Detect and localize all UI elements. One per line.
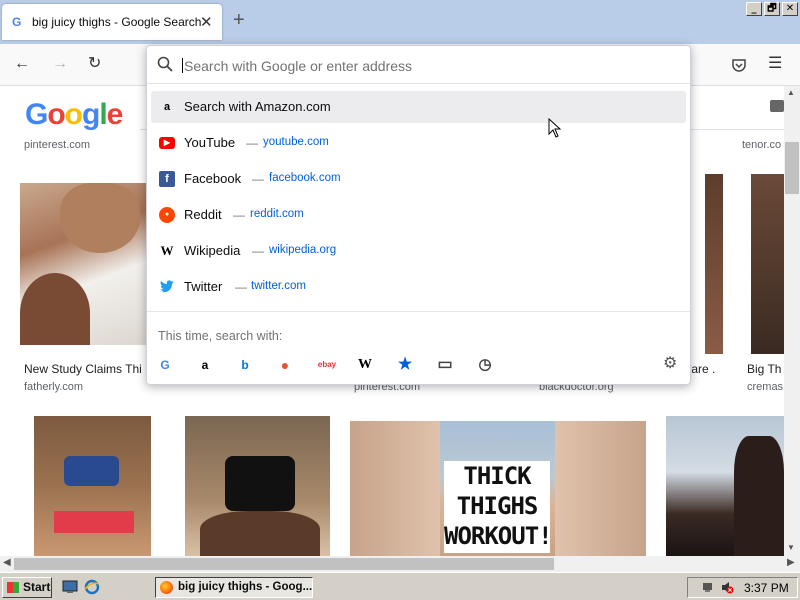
camera-search-icon[interactable] — [770, 100, 784, 112]
image-result-thumbnail[interactable] — [185, 416, 330, 556]
network-icon[interactable] — [702, 581, 715, 594]
suggestion-url: wikipedia.org — [269, 244, 337, 256]
suggestion-row-facebook[interactable]: f Facebook — facebook.com — [151, 163, 686, 195]
task-title: big juicy thighs - Goog... — [178, 581, 313, 593]
urlbar-dropdown: a Search with Amazon.com ▶ YouTube — you… — [146, 45, 691, 385]
tab-strip: G big juicy thighs - Google Search ✕ + _… — [0, 0, 800, 44]
image-source[interactable]: pinterest.com — [24, 139, 90, 151]
reload-icon[interactable]: ↻ — [88, 56, 101, 72]
new-tab-button[interactable]: + — [233, 10, 245, 30]
suggestion-url: reddit.com — [250, 208, 304, 220]
suggestion-row-reddit[interactable]: ● Reddit — reddit.com — [151, 199, 686, 231]
search-settings-gear-icon[interactable]: ⚙ — [663, 355, 677, 373]
image-result-thumbnail[interactable] — [705, 174, 723, 354]
bookmarks-icon[interactable]: ★ — [396, 356, 414, 374]
back-arrow-icon[interactable]: ← — [14, 56, 30, 72]
youtube-icon: ▶ — [159, 137, 175, 149]
volume-muted-icon[interactable] — [721, 581, 734, 594]
taskbar-firefox-window-button[interactable]: big juicy thighs - Goog... — [155, 577, 313, 598]
hamburger-menu-icon[interactable]: ☰ — [768, 56, 782, 72]
suggestion-separator: — — [235, 280, 247, 294]
suggestion-separator: — — [233, 208, 245, 222]
image-result-thumbnail[interactable] — [751, 174, 784, 354]
divider — [147, 311, 690, 312]
suggestion-separator: — — [246, 136, 258, 150]
suggestion-title: Search with Amazon.com — [184, 99, 331, 114]
close-window-button[interactable]: ✕ — [782, 2, 798, 16]
amazon-icon: a — [163, 101, 171, 113]
mouse-cursor-icon — [548, 118, 562, 138]
text-caret — [182, 58, 183, 73]
suggestion-url: facebook.com — [269, 172, 341, 184]
suggestion-title: Reddit — [184, 207, 222, 222]
image-source[interactable]: cremas — [747, 381, 783, 393]
image-source[interactable]: fatherly.com — [24, 381, 83, 393]
screen: G big juicy thighs - Google Search ✕ + _… — [0, 0, 800, 600]
tab-title: big juicy thighs - Google Search — [32, 15, 202, 29]
bing-engine-icon[interactable]: b — [236, 356, 254, 374]
scroll-down-arrow-icon[interactable]: ▼ — [787, 543, 795, 552]
image-source[interactable]: tenor.co — [742, 139, 781, 151]
forward-arrow-icon[interactable]: → — [52, 56, 68, 72]
scroll-right-arrow-icon[interactable]: ▶ — [787, 557, 795, 568]
pocket-icon[interactable] — [731, 57, 747, 73]
scroll-up-arrow-icon[interactable]: ▲ — [787, 88, 795, 97]
window-controls: _ 🗗 ✕ — [746, 2, 798, 16]
image-caption[interactable]: New Study Claims Thi — [24, 362, 142, 376]
search-icon — [157, 56, 173, 72]
twitter-icon — [160, 280, 174, 293]
firefox-icon — [160, 581, 173, 594]
address-input[interactable] — [184, 55, 664, 77]
vertical-scroll-thumb[interactable] — [785, 142, 799, 194]
suggestion-row-twitter[interactable]: Twitter — twitter.com — [151, 271, 686, 303]
suggestion-url: twitter.com — [251, 280, 306, 292]
taskbar-clock: 3:37 PM — [744, 581, 789, 595]
horizontal-scroll-thumb[interactable] — [14, 558, 554, 570]
wikipedia-engine-icon[interactable]: W — [356, 356, 374, 374]
urlbar[interactable] — [147, 46, 690, 84]
suggestion-row-wikipedia[interactable]: W Wikipedia — wikipedia.org — [151, 235, 686, 267]
facebook-icon: f — [159, 171, 175, 187]
wikipedia-icon: W — [160, 243, 174, 258]
internet-explorer-icon[interactable] — [84, 579, 100, 595]
suggestion-title: Twitter — [184, 279, 223, 294]
suggestion-separator: — — [252, 172, 264, 186]
image-result-thumbnail[interactable] — [34, 416, 151, 556]
start-button[interactable]: Start — [2, 577, 52, 598]
suggestion-separator: — — [252, 244, 264, 258]
thick-thighs-workout-text: THICK THIGHS WORKOUT! — [444, 461, 553, 553]
google-favicon-icon: G — [12, 15, 22, 29]
amazon-engine-icon[interactable]: a — [196, 356, 214, 374]
reddit-icon: ● — [159, 207, 175, 223]
duckduckgo-engine-icon[interactable]: ● — [276, 356, 294, 374]
image-result-thumbnail[interactable]: THICK THIGHS WORKOUT! — [350, 421, 646, 556]
windows-taskbar: Start big juicy thighs - Goog... 3:37 PM — [0, 572, 800, 600]
image-result-thumbnail[interactable] — [666, 416, 784, 556]
suggestion-title: YouTube — [184, 135, 236, 150]
close-tab-icon[interactable]: ✕ — [200, 13, 213, 31]
suggestion-url: youtube.com — [263, 136, 329, 148]
ebay-engine-icon[interactable]: ebay — [316, 356, 338, 374]
active-tab[interactable]: G big juicy thighs - Google Search ✕ — [2, 4, 222, 40]
suggestion-row-amazon-search[interactable]: a Search with Amazon.com — [151, 91, 686, 123]
start-label: Start — [23, 580, 51, 594]
image-caption[interactable]: Big Th — [747, 362, 781, 376]
suggestion-title: Facebook — [184, 171, 242, 186]
scroll-left-arrow-icon[interactable]: ◀ — [3, 557, 11, 568]
suggestion-row-youtube[interactable]: ▶ YouTube — youtube.com — [151, 127, 686, 159]
tabs-icon[interactable]: ▭ — [436, 356, 454, 374]
history-icon[interactable]: ◷ — [476, 356, 494, 374]
google-engine-icon[interactable]: G — [156, 356, 174, 374]
show-desktop-icon[interactable] — [62, 579, 78, 595]
restore-button[interactable]: 🗗 — [764, 2, 780, 16]
minimize-button[interactable]: _ — [746, 2, 762, 16]
suggestion-title: Wikipedia — [184, 243, 241, 258]
system-tray: 3:37 PM — [687, 577, 798, 598]
windows-flag-icon — [7, 582, 19, 593]
this-time-search-label: This time, search with: — [158, 329, 283, 343]
image-result-thumbnail[interactable] — [20, 183, 147, 345]
google-logo[interactable]: Google — [25, 98, 123, 132]
